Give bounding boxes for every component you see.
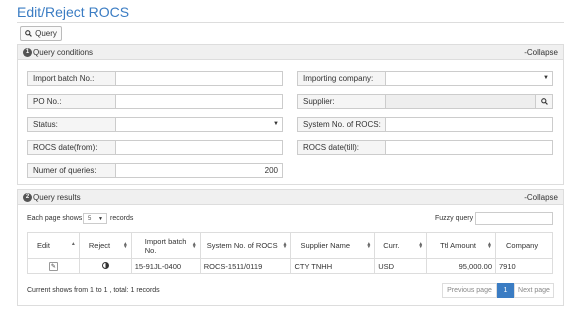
po-no-label: PO No.: xyxy=(28,95,116,108)
sort-icon: ▲ ▼ xyxy=(418,241,424,250)
status-field: Status: ▼ xyxy=(27,117,283,132)
import-batch-no-input[interactable] xyxy=(116,72,282,85)
status-label: Status: xyxy=(28,118,116,131)
rocs-date-till-label: ROCS date(till): xyxy=(298,141,386,154)
edit-cell: ✎ xyxy=(27,258,80,274)
search-icon xyxy=(25,30,32,37)
import-batch-no-field: Import batch No.: xyxy=(27,71,283,86)
supplier-input[interactable] xyxy=(386,95,535,108)
num-queries-field: Numer of queries: 200 xyxy=(27,163,283,178)
query-conditions-header: 1 Query conditions -Collapse xyxy=(18,45,563,60)
chevron-down-icon: ▼ xyxy=(98,216,103,222)
system-no-rocs-label: System No. of ROCS: xyxy=(298,118,386,131)
column-header-currency[interactable]: Curr. ▲ ▼ xyxy=(374,232,428,259)
column-header-ttl-amount[interactable]: Ttl Amount ▲ ▼ xyxy=(426,232,496,259)
previous-page-button[interactable]: Previous page xyxy=(442,283,497,298)
query-button-label: Query xyxy=(35,29,57,38)
num-queries-input[interactable]: 200 xyxy=(116,164,282,177)
rocs-date-from-field: ROCS date(from): xyxy=(27,140,283,155)
column-header-label: System No. of ROCS xyxy=(206,241,278,250)
collapse-query-results[interactable]: -Collapse xyxy=(524,193,558,202)
fuzzy-query-label: Fuzzy query xyxy=(435,215,474,222)
chevron-down-icon: ▼ xyxy=(273,121,279,127)
page-size-suffix: records xyxy=(110,215,134,222)
step-badge: 1 xyxy=(23,47,32,57)
column-header-label: Company xyxy=(506,241,539,250)
company-cell: 7910 xyxy=(495,258,553,274)
column-header-company[interactable]: Company xyxy=(495,232,553,259)
column-header-label: Import batch No. xyxy=(144,236,187,255)
importing-company-field: Importing company: ▼ xyxy=(297,71,553,86)
import-batch-no-label: Import batch No.: xyxy=(28,72,116,85)
num-queries-label: Numer of queries: xyxy=(28,164,116,177)
record-summary: Current shows from 1 to 1 , total: 1 rec… xyxy=(27,287,160,294)
page-size-select[interactable]: 5 ▼ xyxy=(83,213,107,224)
system-no-cell: ROCS-1511/0119 xyxy=(199,258,292,274)
column-header-label: Supplier Name xyxy=(300,241,351,250)
system-no-rocs-field: System No. of ROCS: xyxy=(297,117,553,132)
column-header-import-batch-no[interactable]: Import batch No. ▲ ▼ xyxy=(130,232,201,259)
column-header-edit[interactable]: Edit ▲ xyxy=(27,232,80,259)
sort-icon: ▲ ▼ xyxy=(282,241,288,250)
column-header-label: Edit xyxy=(37,241,50,250)
import-batch-no-cell: 15-91JL-0400 xyxy=(130,258,201,274)
po-no-field: PO No.: xyxy=(27,94,283,109)
next-page-button[interactable]: Next page xyxy=(514,283,554,298)
rocs-date-till-input[interactable] xyxy=(386,141,552,154)
column-header-system-no[interactable]: System No. of ROCS ▲ ▼ xyxy=(199,232,292,259)
sort-icon: ▲ ▼ xyxy=(487,241,492,250)
pagination: Previous page 1 Next page xyxy=(442,283,554,298)
edit-icon[interactable]: ✎ xyxy=(48,262,58,271)
page-1-button[interactable]: 1 xyxy=(497,283,514,298)
rocs-date-till-field: ROCS date(till): xyxy=(297,140,553,155)
page-title: Edit/Reject ROCS xyxy=(17,4,130,20)
table-row: ✎ 15-91JL-0400 ROCS-1511/0119 CTY TNHH U… xyxy=(27,258,553,274)
query-results-title: Query results xyxy=(33,192,81,202)
column-header-supplier-name[interactable]: Supplier Name ▲ ▼ xyxy=(290,232,376,259)
column-header-reject[interactable]: Reject ▲ ▼ xyxy=(78,232,132,259)
column-header-label: Reject xyxy=(88,241,111,250)
supplier-field: Supplier: xyxy=(297,94,553,109)
chevron-down-icon: ▼ xyxy=(543,75,549,81)
sort-icon: ▲ ▼ xyxy=(122,241,128,250)
system-no-rocs-input[interactable] xyxy=(386,118,552,131)
fuzzy-query-input[interactable] xyxy=(475,212,553,225)
query-conditions-title: Query conditions xyxy=(33,47,94,57)
po-no-input[interactable] xyxy=(116,95,282,108)
query-button[interactable]: Query xyxy=(20,26,62,41)
supplier-label: Supplier: xyxy=(298,95,386,108)
query-results-header: 2 Query results -Collapse xyxy=(18,190,563,205)
reject-cell xyxy=(78,258,132,274)
search-icon xyxy=(540,98,548,105)
rocs-date-from-label: ROCS date(from): xyxy=(28,141,116,154)
reject-icon[interactable] xyxy=(101,261,109,269)
sort-icon: ▲ ▼ xyxy=(191,241,197,250)
results-table: Edit ▲ Reject ▲ ▼ Import batch No. ▲ ▼ System… xyxy=(27,232,553,274)
status-select[interactable]: ▼ xyxy=(116,118,282,131)
collapse-query-conditions[interactable]: -Collapse xyxy=(524,48,558,57)
rocs-date-from-input[interactable] xyxy=(116,141,282,154)
ttl-amount-cell: 95,000.00 xyxy=(426,258,496,274)
importing-company-label: Importing company: xyxy=(298,72,386,85)
step-badge: 2 xyxy=(23,192,32,202)
supplier-name-link[interactable]: CTY TNHH xyxy=(290,258,376,274)
sort-asc-icon: ▲ xyxy=(70,241,76,247)
title-divider xyxy=(17,22,564,23)
column-header-label: Curr. xyxy=(383,241,400,250)
column-header-label: Ttl Amount xyxy=(440,241,476,250)
sort-icon: ▲ ▼ xyxy=(366,241,372,250)
supplier-search-button[interactable] xyxy=(535,95,552,108)
table-header-row: Edit ▲ Reject ▲ ▼ Import batch No. ▲ ▼ System… xyxy=(27,232,553,259)
currency-cell: USD xyxy=(374,258,428,274)
page-size-prefix: Each page shows xyxy=(27,215,83,222)
page-size-value: 5 xyxy=(88,215,92,222)
importing-company-select[interactable]: ▼ xyxy=(386,72,552,85)
